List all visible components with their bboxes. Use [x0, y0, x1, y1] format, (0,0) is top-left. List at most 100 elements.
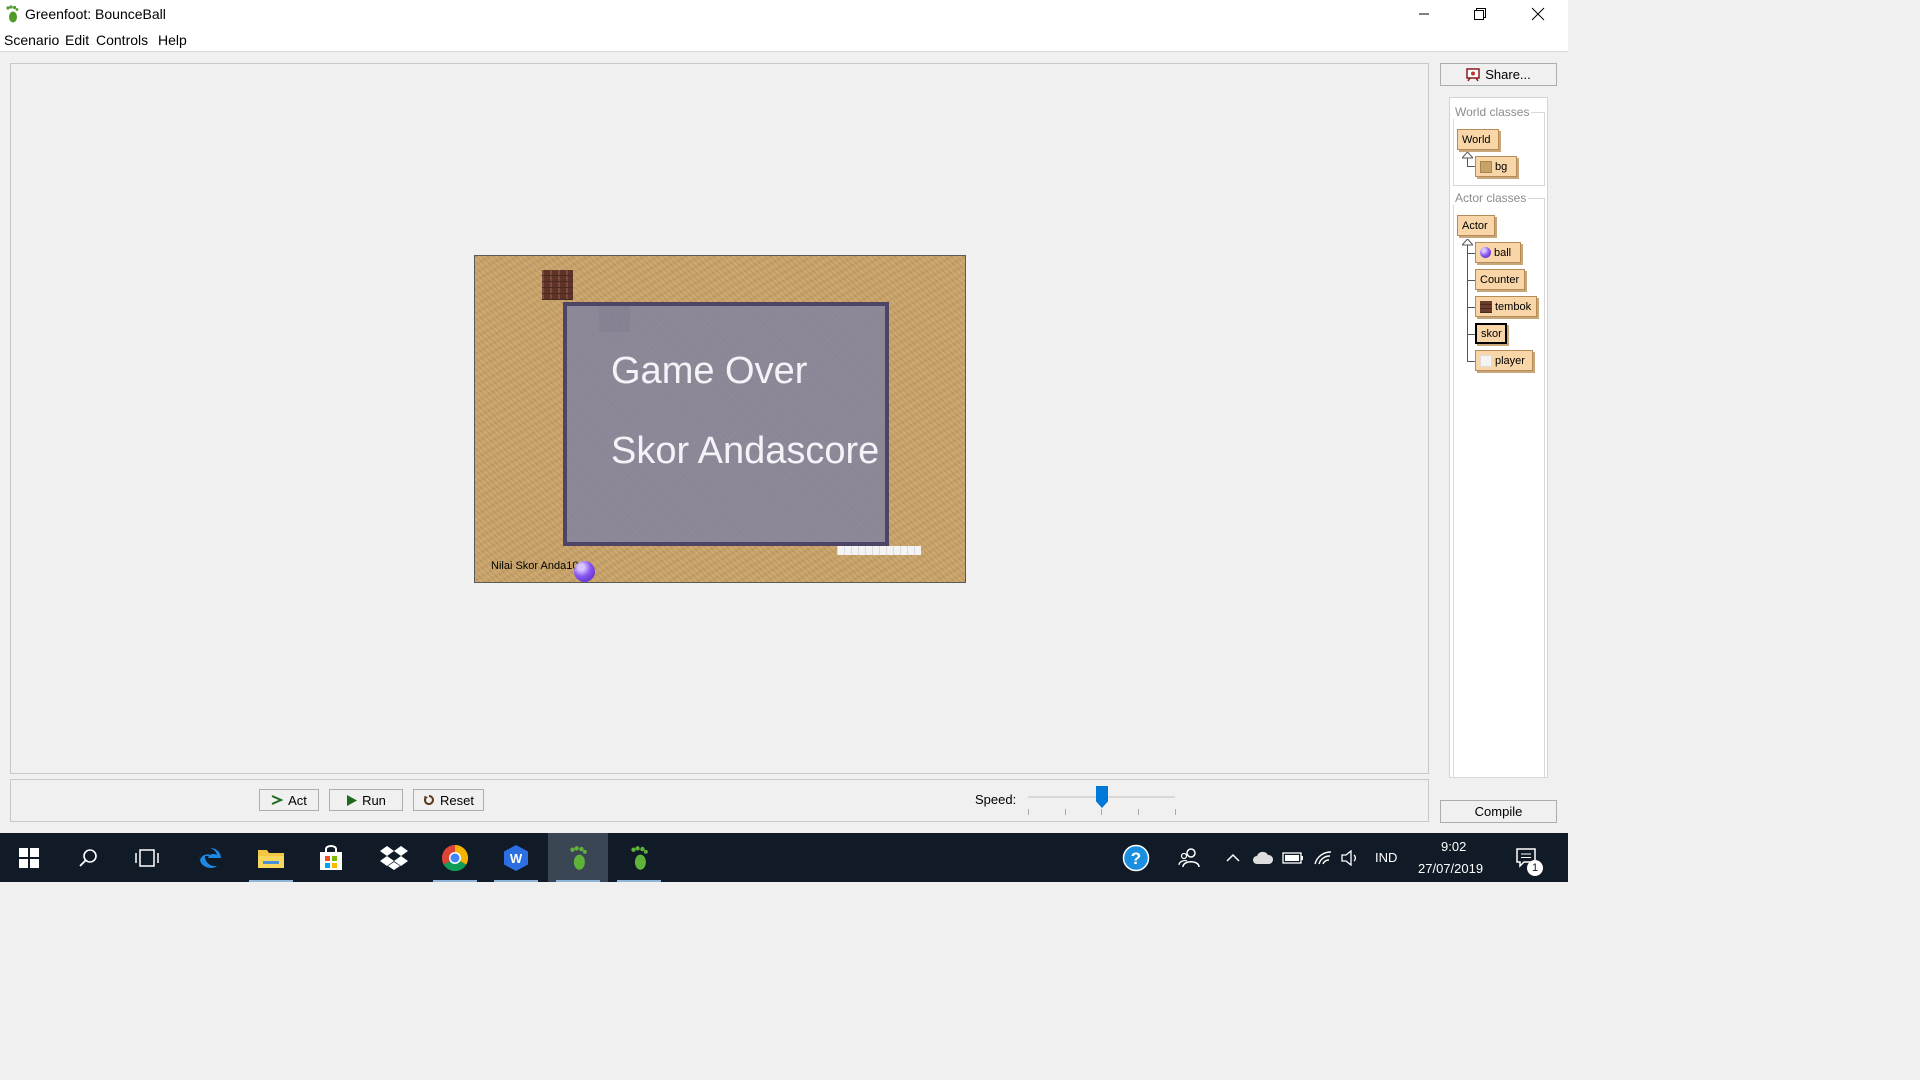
menu-help[interactable]: Help [158, 32, 187, 48]
tray-time[interactable]: 9:02 [1441, 839, 1466, 854]
game-over-overlay: Game Over Skor Andascore [563, 302, 889, 546]
start-button[interactable] [0, 833, 58, 882]
menu-bar: Scenario Edit Controls Help [0, 28, 1568, 52]
class-world-label: World [1462, 133, 1491, 146]
ball-thumbnail-icon [1480, 247, 1491, 258]
taskbar-store[interactable] [301, 833, 361, 882]
tembok-actor[interactable] [542, 270, 573, 300]
class-ball[interactable]: ball [1475, 242, 1521, 263]
running-indicator [494, 880, 538, 882]
tree-line [1467, 307, 1475, 308]
class-bg[interactable]: bg [1475, 156, 1517, 177]
ball-actor[interactable] [574, 561, 595, 582]
tray-onedrive[interactable] [1248, 833, 1278, 882]
act-arrow-icon [271, 795, 284, 805]
class-tembok[interactable]: tembok [1475, 296, 1537, 317]
bg-thumbnail-icon [1480, 160, 1492, 173]
score-counter: Nilai Skor Anda10 [491, 560, 579, 572]
reset-label: Reset [440, 792, 474, 808]
wps-writer-icon: W [504, 844, 528, 871]
final-score-text: Skor Andascore [611, 430, 880, 472]
class-actor-label: Actor [1462, 219, 1488, 232]
compile-button[interactable]: Compile [1440, 800, 1557, 823]
slider-tick [1175, 809, 1176, 815]
greenfoot-window: Greenfoot: BounceBall Scenario Edit Cont… [0, 0, 1568, 833]
menu-controls[interactable]: Controls [96, 32, 148, 48]
taskbar-chrome[interactable] [425, 833, 485, 882]
class-world[interactable]: World [1457, 129, 1499, 150]
title-bar: Greenfoot: BounceBall [0, 0, 1568, 28]
running-indicator [617, 880, 661, 882]
taskbar-search-button[interactable] [58, 833, 118, 882]
dropbox-icon [380, 845, 408, 870]
task-view-button[interactable] [117, 833, 177, 882]
taskbar-dropbox[interactable] [364, 833, 424, 882]
greenfoot-foot-icon [6, 5, 19, 23]
speed-label: Speed: [975, 792, 1017, 807]
tray-show-hidden-icons[interactable] [1218, 833, 1248, 882]
speaker-icon [1341, 849, 1356, 866]
chevron-up-icon [1226, 853, 1240, 862]
class-actor[interactable]: Actor [1457, 215, 1495, 236]
game-over-text: Game Over [611, 350, 808, 392]
restore-icon [1474, 8, 1486, 20]
help-question-icon: ? [1122, 844, 1150, 871]
minimize-button[interactable] [1396, 0, 1452, 28]
tree-line [1467, 334, 1475, 335]
taskbar-wps-writer[interactable]: W [486, 833, 546, 882]
close-icon [1531, 7, 1545, 21]
class-player[interactable]: player [1475, 350, 1533, 371]
class-tembok-label: tembok [1495, 300, 1532, 313]
action-center-button[interactable] [1502, 833, 1552, 882]
share-easel-icon [1466, 67, 1480, 81]
taskbar-file-explorer[interactable] [241, 833, 301, 882]
class-skor-label: skor [1481, 327, 1502, 340]
player-paddle[interactable] [837, 546, 921, 555]
run-label: Run [362, 792, 386, 808]
tray-wifi[interactable] [1308, 833, 1338, 882]
running-indicator [249, 880, 293, 882]
actor-classes-label: Actor classes [1453, 191, 1529, 205]
running-indicator [556, 880, 600, 882]
tray-volume[interactable] [1336, 833, 1366, 882]
slider-tick [1138, 809, 1139, 815]
people-icon [1178, 847, 1200, 867]
wifi-icon [1314, 850, 1332, 864]
tray-people[interactable] [1159, 833, 1219, 882]
tree-line [1467, 245, 1468, 361]
act-button[interactable]: Act [259, 789, 319, 811]
share-label: Share... [1485, 67, 1531, 82]
tray-date[interactable]: 27/07/2019 [1418, 861, 1483, 876]
tray-battery[interactable] [1278, 833, 1308, 882]
class-skor[interactable]: skor [1475, 323, 1507, 344]
taskbar-edge[interactable] [180, 833, 240, 882]
greenfoot-foot-icon [631, 845, 648, 870]
inherit-arrow-icon [1462, 152, 1473, 159]
minimize-icon [1419, 13, 1429, 15]
share-button[interactable]: Share... [1440, 63, 1557, 86]
act-label: Act [288, 792, 307, 808]
chrome-icon [441, 844, 469, 871]
world-canvas[interactable]: Game Over Skor Andascore Nilai Skor Anda… [474, 255, 966, 583]
class-counter-label: Counter [1480, 273, 1520, 286]
restore-button[interactable] [1452, 0, 1508, 28]
close-button[interactable] [1510, 0, 1566, 28]
taskbar-greenfoot[interactable] [609, 833, 669, 882]
menu-edit[interactable]: Edit [65, 32, 89, 48]
menu-scenario[interactable]: Scenario [4, 32, 59, 48]
notification-badge: 1 [1527, 860, 1543, 876]
reset-button[interactable]: Reset [413, 789, 484, 811]
class-counter[interactable]: Counter [1475, 269, 1525, 290]
cloud-icon [1253, 851, 1274, 864]
run-button[interactable]: Run [329, 789, 403, 811]
tray-language[interactable]: IND [1375, 850, 1397, 865]
slider-tick [1028, 809, 1029, 815]
battery-icon [1282, 851, 1303, 864]
tray-help[interactable]: ? [1106, 833, 1166, 882]
taskbar-greenfoot-active[interactable] [548, 833, 608, 882]
class-browser: World classes World bg Actor classes Act… [1449, 97, 1548, 778]
folder-icon [258, 849, 284, 868]
tree-line [1467, 166, 1475, 167]
slider-tick [1101, 809, 1102, 815]
svg-text:W: W [510, 851, 523, 866]
